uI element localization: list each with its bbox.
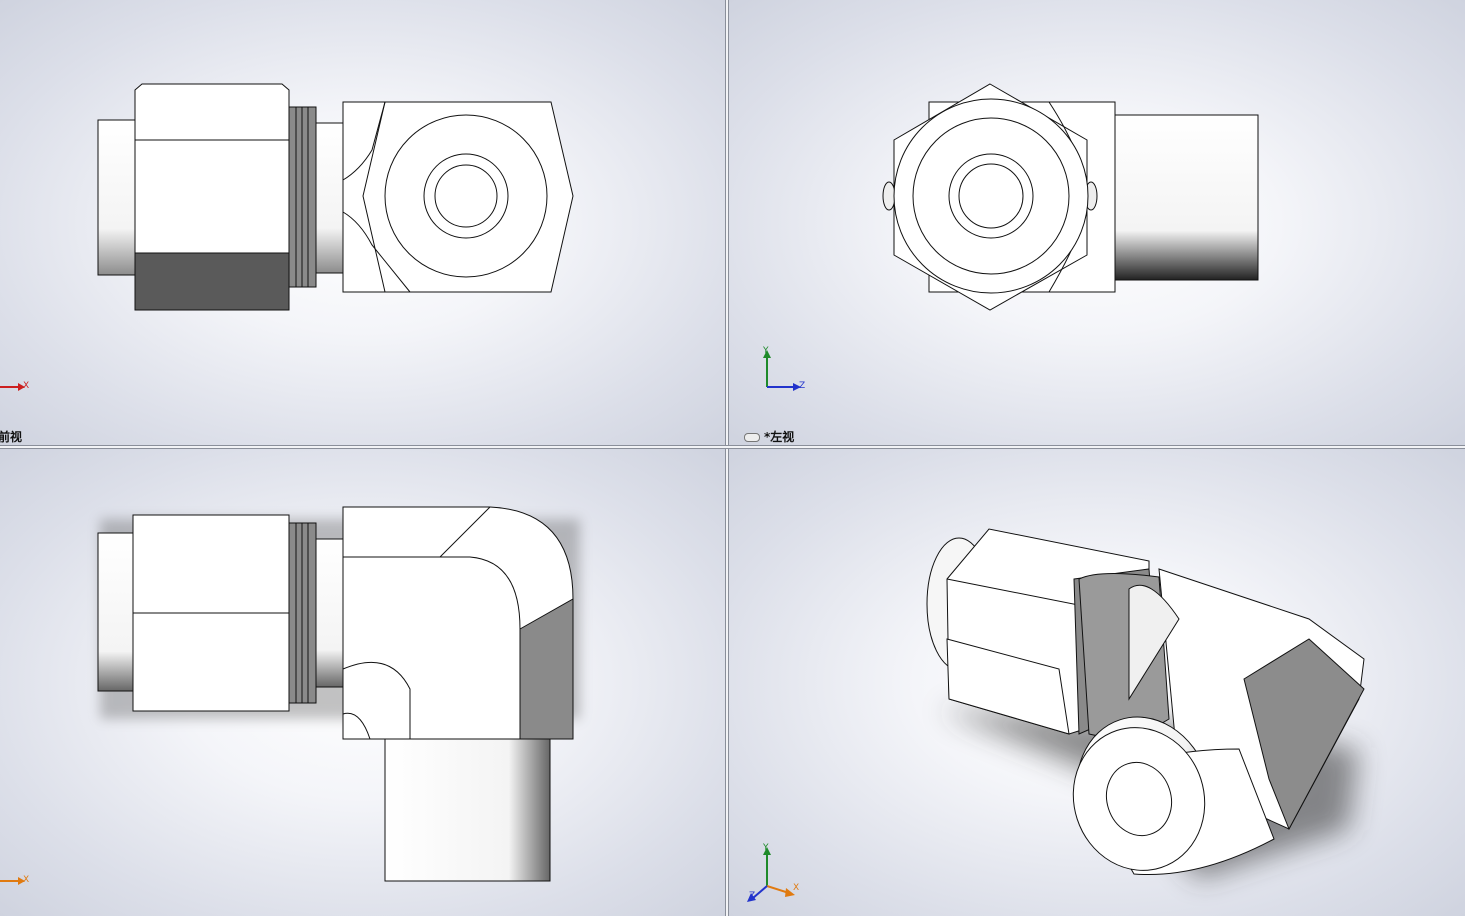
iso-axis-x-label: X [793, 883, 800, 893]
iso-view-drawing [747, 528, 1365, 902]
left-axis-triad [763, 350, 801, 391]
iso-axis-z-label: Z [749, 891, 756, 901]
viewport-left[interactable]: Y Z *左视 [729, 0, 1465, 445]
link-icon[interactable] [744, 433, 760, 442]
bottom-axis-triad [0, 877, 25, 885]
front-axis-x-label: X [23, 381, 30, 391]
left-axis-z-label: Z [799, 381, 806, 391]
front-view-label: 前视 [0, 430, 23, 444]
left-view-label: *左视 [744, 428, 794, 445]
fitting-left [882, 83, 1259, 311]
viewport-front[interactable]: X 前视 [0, 0, 725, 445]
left-view-drawing [763, 83, 1259, 391]
left-axis-y-label: Y [763, 346, 769, 356]
front-axis-triad [0, 383, 25, 391]
bottom-view-drawing [0, 506, 580, 885]
viewport-isometric[interactable]: Y X Z [729, 449, 1465, 916]
bottom-axis-x-label: X [23, 875, 30, 885]
iso-axis-y-label: Y [763, 843, 769, 853]
viewport-bottom[interactable]: X [0, 449, 725, 916]
